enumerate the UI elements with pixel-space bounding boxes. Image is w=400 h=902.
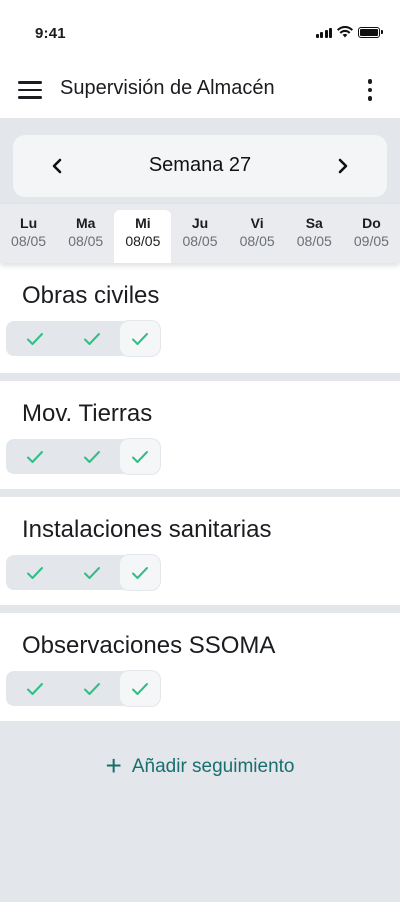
check-icon[interactable]: [120, 439, 160, 474]
section-title: Instalaciones sanitarias: [22, 516, 272, 543]
week-selector: Semana 27: [13, 135, 387, 197]
section-card: Mov. Tierras: [0, 381, 400, 489]
day-name: Do: [362, 215, 381, 231]
battery-icon: [358, 26, 383, 38]
day-tab-ma[interactable]: Ma 08/05: [57, 204, 114, 263]
tracking-sections: Obras civiles Mov. Tierras Instalaciones s…: [0, 263, 400, 721]
check-icon[interactable]: [63, 555, 120, 590]
check-icon[interactable]: [63, 321, 120, 356]
day-date: 08/05: [11, 233, 47, 249]
more-vertical-icon[interactable]: [360, 76, 380, 104]
day-date: 08/05: [182, 233, 218, 249]
day-tab-lu[interactable]: Lu 08/05: [0, 204, 57, 263]
week-selector-area: Semana 27: [0, 118, 400, 204]
wifi-icon: [337, 26, 353, 38]
day-date: 08/05: [68, 233, 104, 249]
check-icon[interactable]: [6, 555, 63, 590]
day-tab-do[interactable]: Do 09/05: [343, 204, 400, 263]
day-tab-mi[interactable]: Mi 08/05: [114, 210, 172, 263]
check-icon[interactable]: [6, 671, 63, 706]
day-tab-ju[interactable]: Ju 08/05: [171, 204, 228, 263]
day-date: 08/05: [239, 233, 275, 249]
check-icon[interactable]: [120, 321, 160, 356]
add-tracking-label: Añadir seguimiento: [131, 756, 295, 777]
check-toggle-group: [6, 439, 160, 474]
day-tab-sa[interactable]: Sa 08/05: [286, 204, 343, 263]
check-icon[interactable]: [120, 555, 160, 590]
section-card: Instalaciones sanitarias: [0, 497, 400, 605]
app-bar: Supervisión de Almacén: [0, 64, 400, 118]
day-name: Vi: [250, 215, 264, 231]
page-title: Supervisión de Almacén: [60, 77, 275, 99]
section-title: Mov. Tierras: [22, 400, 153, 427]
add-tracking-button[interactable]: + Añadir seguimiento: [0, 750, 400, 782]
check-icon[interactable]: [6, 321, 63, 356]
check-toggle-group: [6, 671, 160, 706]
signal-icon: [315, 27, 332, 38]
next-week-button[interactable]: [313, 135, 373, 197]
check-toggle-group: [6, 321, 160, 356]
day-tab-vi[interactable]: Vi 08/05: [229, 204, 286, 263]
header: 9:41 Supervisión de Almacén: [0, 0, 400, 118]
chevron-right-icon: [338, 158, 348, 174]
check-toggle-group: [6, 555, 160, 590]
section-title: Observaciones SSOMA: [22, 632, 276, 659]
day-name: Ma: [75, 215, 96, 231]
day-tabs: Lu 08/05 Ma 08/05 Mi 08/05 Ju 08/05 Vi 08/05 Sa 08/…: [0, 204, 400, 263]
check-icon[interactable]: [63, 439, 120, 474]
day-name: Sa: [305, 215, 323, 231]
section-title: Obras civiles: [22, 282, 160, 309]
day-date: 08/05: [296, 233, 332, 249]
check-icon[interactable]: [63, 671, 120, 706]
section-card: Obras civiles: [0, 263, 400, 373]
check-icon[interactable]: [120, 671, 160, 706]
plus-icon: +: [105, 750, 122, 781]
check-icon[interactable]: [6, 439, 63, 474]
section-card: Observaciones SSOMA: [0, 613, 400, 721]
hamburger-menu-icon[interactable]: [18, 78, 44, 102]
day-date: 08/05: [125, 233, 161, 249]
status-bar: 9:41: [0, 0, 400, 64]
status-time: 9:41: [35, 25, 66, 42]
status-icons: [315, 26, 383, 38]
day-date: 09/05: [353, 233, 389, 249]
day-name: Lu: [20, 215, 38, 231]
day-name: Mi: [135, 215, 151, 231]
day-name: Ju: [191, 215, 209, 231]
